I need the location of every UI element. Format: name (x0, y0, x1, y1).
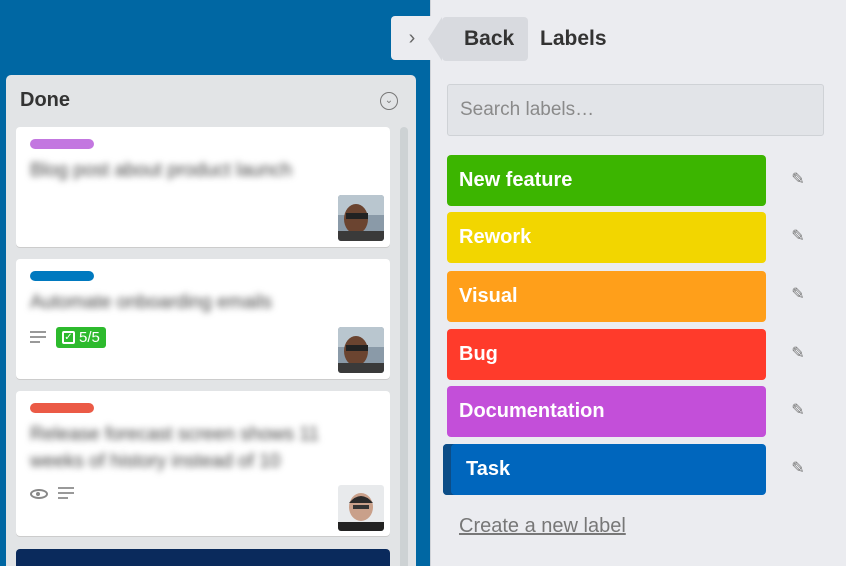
pencil-icon[interactable]: ✎ (788, 170, 808, 190)
list-title[interactable]: Done (20, 89, 70, 112)
label-bug[interactable]: Bug (447, 329, 766, 380)
create-label-link[interactable]: Create a new label (459, 515, 626, 538)
search-labels-input[interactable] (447, 84, 824, 136)
description-icon (58, 487, 74, 501)
card[interactable]: Release forecast screen shows 11 weeks o… (16, 391, 390, 536)
card-label-purple (30, 139, 94, 149)
label-task[interactable]: Task (443, 444, 766, 495)
checkbox-icon: ✓ (62, 331, 75, 344)
label-documentation[interactable]: Documentation (447, 386, 766, 437)
avatar[interactable] (338, 327, 384, 373)
chevron-down-circle-icon[interactable]: ⌄ (380, 92, 398, 110)
label-visual[interactable]: Visual (447, 271, 766, 322)
card-title: Automate onboarding emails (30, 292, 272, 313)
checklist-count: 5/5 (79, 329, 100, 346)
card-label-red (30, 403, 94, 413)
card-title-line-2: weeks of history instead of 10 (30, 451, 281, 472)
checklist-badge: ✓ 5/5 (56, 327, 106, 348)
panel-title: Labels (540, 27, 607, 50)
avatar[interactable] (338, 195, 384, 241)
card-title-line-1: Release forecast screen shows 11 (30, 424, 320, 445)
eye-icon (30, 489, 48, 499)
list-done: Done ⌄ Blog post about product launch Au… (6, 75, 416, 566)
pencil-icon[interactable]: ✎ (788, 227, 808, 247)
card[interactable]: Blog post about product launch (16, 127, 390, 247)
avatar[interactable] (338, 485, 384, 531)
label-rework[interactable]: Rework (447, 212, 766, 263)
card-label-blue (30, 271, 94, 281)
pencil-icon[interactable]: ✎ (788, 459, 808, 479)
card-badges: ✓ 5/5 (30, 327, 106, 348)
card-title: Blog post about product launch (30, 160, 292, 181)
card-badges (30, 487, 74, 501)
back-button[interactable]: Back (428, 17, 528, 61)
chevron-right-icon[interactable]: › (391, 16, 433, 60)
pencil-icon[interactable]: ✎ (788, 401, 808, 421)
card-partial[interactable] (16, 549, 390, 566)
description-icon (30, 330, 46, 345)
pencil-icon[interactable]: ✎ (788, 344, 808, 364)
list-scrollbar[interactable] (400, 127, 408, 566)
card[interactable]: Automate onboarding emails ✓ 5/5 (16, 259, 390, 379)
label-new-feature[interactable]: New feature (447, 155, 766, 206)
pencil-icon[interactable]: ✎ (788, 285, 808, 305)
